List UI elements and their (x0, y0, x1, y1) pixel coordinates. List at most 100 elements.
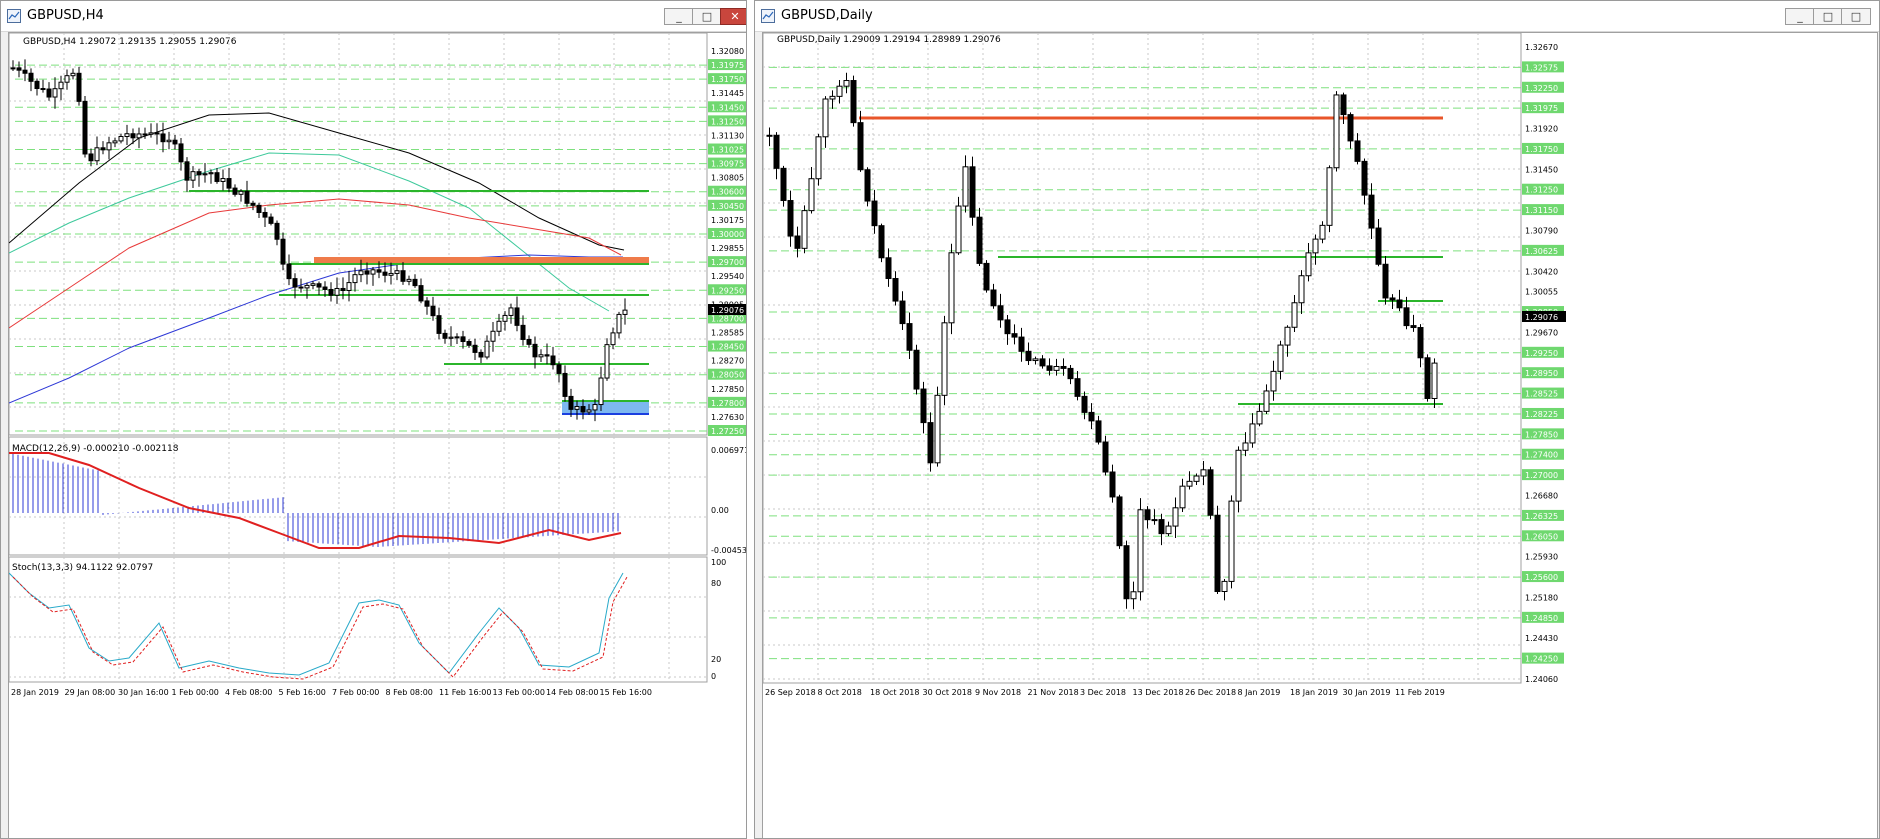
candle-body (46, 88, 52, 98)
price-label: 1.28050 (711, 371, 744, 380)
price-label: 1.27250 (711, 427, 744, 436)
candle-body (526, 338, 532, 345)
candle-body (232, 187, 238, 195)
candle-body (406, 278, 412, 282)
price-label: 1.31750 (711, 75, 744, 84)
candle-body (1340, 94, 1347, 116)
moving-average-black (8, 112, 625, 251)
price-label: 1.28700 (711, 314, 744, 323)
candle-body (1102, 441, 1109, 473)
time-label: 28 Jan 2019 (11, 688, 59, 697)
candle-body (184, 161, 190, 181)
minimize-button[interactable]: _ (664, 8, 694, 25)
candle-body (262, 211, 268, 218)
candle-body (1319, 224, 1326, 240)
h4-chart-canvas[interactable]: GBPUSD,H4 1.29072 1.29135 1.29055 1.2907… (8, 32, 746, 838)
candle-body (106, 142, 112, 151)
macd-scale-label: -0.004538 (711, 546, 746, 555)
candle-body (448, 336, 454, 339)
candle-body (10, 67, 16, 70)
price-label: 1.32080 (711, 47, 744, 56)
price-label: 1.31450 (1525, 165, 1558, 174)
price-label: 1.30450 (711, 202, 744, 211)
candle-body (196, 171, 202, 176)
price-label: 1.30420 (1525, 267, 1558, 276)
candle-body (1431, 362, 1438, 400)
candle-body (1130, 591, 1137, 600)
h4-title-bar[interactable]: GBPUSD,H4 _ □ ✕ (1, 1, 746, 32)
maximize-button[interactable]: □ (1813, 8, 1843, 25)
candle-body (836, 85, 843, 97)
price-label: 1.28950 (1525, 369, 1558, 378)
candle-body (857, 122, 864, 171)
candle-body (1179, 485, 1186, 509)
minimize-button[interactable]: _ (1785, 8, 1815, 25)
price-label: 1.31975 (1525, 104, 1558, 113)
candle-body (358, 270, 364, 276)
time-label: 8 Jan 2019 (1238, 688, 1281, 697)
candle-body (148, 132, 154, 135)
candle-body (1053, 365, 1060, 371)
candle-body (544, 354, 550, 357)
stoch-pane-frame (8, 556, 708, 683)
price-label: 1.27630 (711, 413, 744, 422)
price-label: 1.26325 (1525, 512, 1558, 521)
daily-chart-window[interactable]: GBPUSD,Daily _ □ □ GBPUSD,Daily 1.29009 … (754, 0, 1880, 839)
h4-chart-area[interactable]: GBPUSD,H4 1.29072 1.29135 1.29055 1.2907… (8, 32, 746, 838)
candle-body (280, 238, 286, 265)
candle-body (1095, 420, 1102, 443)
time-label: 5 Feb 16:00 (279, 688, 326, 697)
candle-body (604, 344, 610, 379)
candle-body (892, 278, 899, 302)
candle-body (16, 67, 22, 71)
time-label: 7 Feb 00:00 (332, 688, 379, 697)
candle-body (586, 409, 592, 413)
candle-body (316, 283, 322, 288)
candle-body (166, 139, 172, 143)
candle-body (1410, 325, 1417, 329)
candle-body (82, 100, 88, 155)
candle-body (1144, 509, 1151, 521)
candle-body (1172, 507, 1179, 527)
candle-body (913, 349, 920, 390)
time-label: 30 Jan 16:00 (118, 688, 169, 697)
candle-body (1263, 390, 1270, 412)
candle-body (1186, 480, 1193, 487)
candle-body (76, 72, 82, 102)
candle-body (244, 190, 250, 204)
candle-body (1277, 344, 1284, 372)
macd-signal-line (9, 452, 622, 549)
daily-chart-area[interactable]: GBPUSD,Daily 1.29009 1.29194 1.28989 1.2… (762, 32, 1878, 838)
candle-body (1123, 545, 1130, 600)
maximize-button[interactable]: □ (692, 8, 722, 25)
candle-body (1368, 194, 1375, 229)
price-label: 1.30175 (711, 216, 744, 225)
time-label: 29 Jan 08:00 (65, 688, 116, 697)
candle-body (178, 143, 184, 163)
h4-chart-window[interactable]: GBPUSD,H4 _ □ ✕ GBPUSD,H4 1.29072 1.2913… (0, 0, 747, 839)
candle-body (484, 340, 490, 358)
candle-body (274, 222, 280, 240)
price-label: 1.28450 (711, 343, 744, 352)
stoch-label: Stoch(13,3,3) 94.1122 92.0797 (12, 563, 153, 573)
candle-body (1333, 94, 1340, 169)
price-label: 1.24430 (1525, 634, 1558, 643)
price-label: 1.31975 (711, 61, 744, 70)
candle-body (1088, 411, 1095, 422)
candle-body (292, 278, 298, 288)
candle-body (250, 202, 256, 206)
stoch-level-label: 100 (711, 558, 726, 567)
close-button[interactable]: ✕ (720, 8, 746, 25)
candle-body (1403, 307, 1410, 327)
daily-chart-canvas[interactable]: GBPUSD,Daily 1.29009 1.29194 1.28989 1.2… (762, 32, 1877, 838)
price-label: 1.24250 (1525, 655, 1558, 664)
price-label: 1.31750 (1525, 145, 1558, 154)
restore-button[interactable]: □ (1841, 8, 1871, 25)
daily-title-bar[interactable]: GBPUSD,Daily _ □ □ (755, 1, 1879, 32)
candle-body (238, 190, 244, 195)
candle-body (154, 132, 160, 135)
candle-body (927, 422, 934, 464)
macd-scale-label: 0.00 (711, 506, 729, 515)
price-label: 1.26050 (1525, 532, 1558, 541)
time-label: 4 Feb 08:00 (225, 688, 272, 697)
